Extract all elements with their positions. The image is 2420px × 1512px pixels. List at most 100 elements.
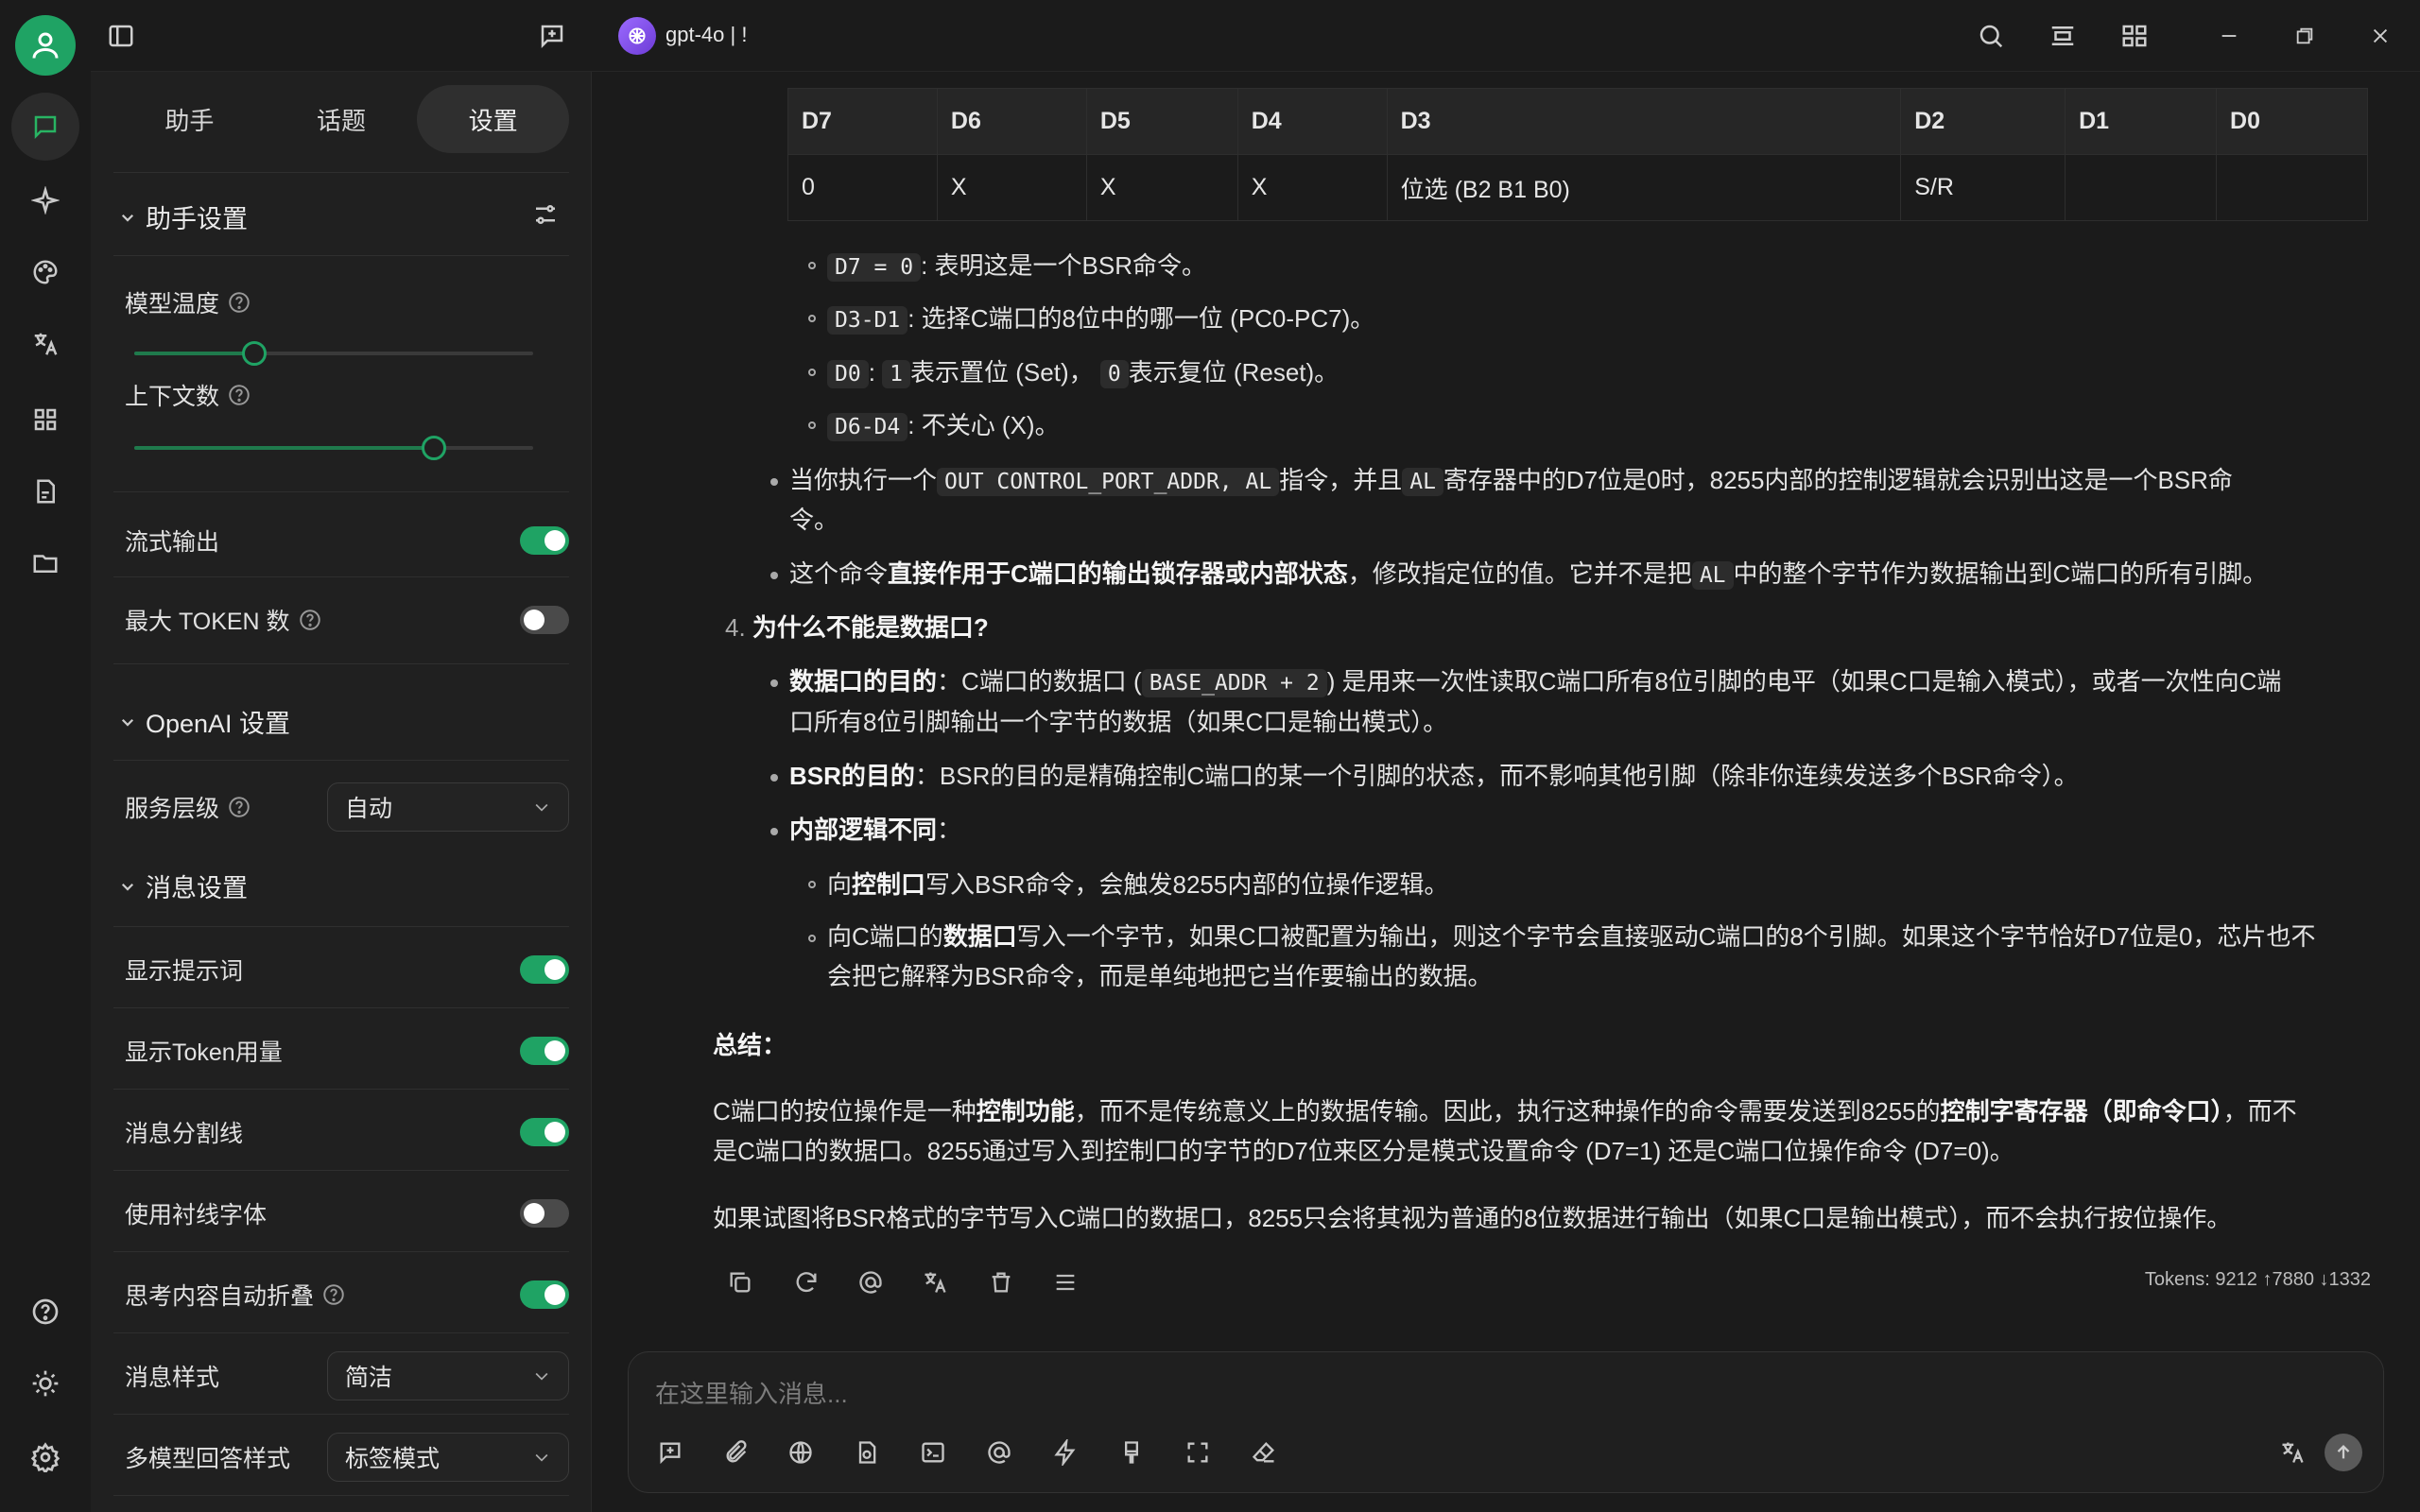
brush-icon[interactable] [1113,1434,1150,1471]
attachment-icon[interactable] [717,1434,755,1471]
table-header: D5 [1085,88,1238,155]
context-row: 上下文数 [125,378,569,412]
show-prompt-label: 显示提示词 [125,958,244,985]
list-item: 内部逻辑不同： [789,816,962,844]
settings-icon[interactable] [23,1435,68,1480]
serif-font-toggle[interactable] [520,1199,569,1228]
list-bullet [770,572,778,579]
multi-model-select[interactable]: 标签模式 [327,1433,569,1482]
show-token-row: 显示Token用量 [125,1032,569,1070]
prompt-icon[interactable] [914,1434,952,1471]
show-token-toggle[interactable] [520,1037,569,1065]
minimize-icon[interactable] [2210,17,2248,55]
translate-icon[interactable] [23,321,68,367]
close-icon[interactable] [2361,17,2399,55]
model-name[interactable]: gpt-4o | ! [666,23,747,47]
apps-icon[interactable] [23,397,68,442]
eraser-icon[interactable] [1245,1434,1283,1471]
avatar-icon[interactable] [15,15,76,76]
divider [113,926,569,927]
palette-icon[interactable] [23,249,68,295]
list-bullet [808,369,816,376]
chevron-down-icon [121,718,134,727]
help-icon[interactable] [298,608,322,632]
think-fold-toggle[interactable] [520,1280,569,1309]
help-icon[interactable] [227,795,251,819]
mention-icon[interactable] [852,1263,890,1301]
tab-settings[interactable]: 设置 [417,85,570,153]
slider-handle[interactable] [421,436,446,460]
sidebar-toggle-icon[interactable] [102,17,140,55]
help-icon[interactable] [227,290,251,315]
theme-icon[interactable] [23,1361,68,1406]
list-bullet [770,774,778,782]
grid-icon[interactable] [2116,17,2153,55]
search-icon[interactable] [1972,17,2010,55]
knowledge-icon[interactable] [848,1434,886,1471]
list-item: 当你执行一个 OUT CONTROL_PORT_ADDR, AL 指令，并且 AL 寄存… [789,466,2233,496]
help-icon[interactable] [321,1282,346,1307]
delete-icon[interactable] [982,1263,1020,1301]
table-header: D6 [936,88,1087,155]
new-topic-icon[interactable] [651,1434,689,1471]
table-row: 0 X X X 位选 (B2 B1 B0) S/R [787,154,2368,221]
multi-model-row: 多模型回答样式 标签模式 [125,1431,569,1484]
message-divider-toggle[interactable] [520,1118,569,1146]
tab-topics[interactable]: 话题 [266,85,418,153]
help-icon[interactable] [227,383,251,407]
openai-settings-label: OpenAI 设置 [146,710,291,738]
table-cell: 位选 (B2 B1 B0) [1386,154,1902,221]
tab-assistant[interactable]: 助手 [113,85,266,153]
context-slider[interactable] [134,436,533,460]
sparkle-icon[interactable] [23,178,68,223]
message-input[interactable]: 在这里输入消息... [655,1375,848,1410]
lightning-icon[interactable] [1046,1434,1084,1471]
summary-paragraph: 如果试图将BSR格式的字节写入C端口的数据口，8255只会将其视为普通的8位数据… [713,1204,2232,1232]
new-topic-icon[interactable] [533,17,571,55]
translate-icon[interactable] [916,1263,954,1301]
slider-handle[interactable] [241,341,267,366]
message-style-row: 消息样式 简洁 [125,1349,569,1402]
divider [113,1332,569,1333]
divider [113,1170,569,1171]
show-prompt-toggle[interactable] [520,955,569,984]
fullscreen-icon[interactable] [1179,1434,1217,1471]
message-settings-header[interactable]: 消息设置 [119,868,248,904]
assistant-settings-header[interactable]: 助手设置 [119,198,248,235]
regenerate-icon[interactable] [787,1263,825,1301]
restore-icon[interactable] [2286,17,2324,55]
service-tier-select[interactable]: 自动 [327,782,569,832]
summary-paragraph: C端口的按位操作是一种控制功能，而不是传统意义上的数据传输。因此，执行这种操作的… [713,1097,2297,1125]
layout-icon[interactable] [2044,17,2082,55]
chat-icon[interactable] [11,93,79,161]
translate-icon[interactable] [2273,1434,2311,1471]
stream-output-toggle[interactable] [520,526,569,555]
list-bullet [808,421,816,429]
web-search-icon[interactable] [782,1434,820,1471]
copy-icon[interactable] [721,1263,759,1301]
message-style-select[interactable]: 简洁 [327,1351,569,1400]
table-header: D2 [1900,88,2066,155]
max-token-toggle[interactable] [520,606,569,634]
context-label: 上下文数 [125,384,220,410]
message-input-box[interactable]: 在这里输入消息... [628,1351,2384,1493]
list-item: D6-D4: 不关心 (X)。 [827,405,1060,447]
tune-icon[interactable] [531,200,560,233]
list-item: D0: 1 表示置位 (Set)， 0 表示复位 (Reset)。 [827,352,1339,394]
mention-icon[interactable] [980,1434,1018,1471]
help-icon[interactable] [23,1289,68,1334]
table-header-row: D7 D6 D5 D4 D3 D2 D1 D0 [787,88,2368,155]
max-token-row: 最大 TOKEN 数 [125,601,569,639]
menu-icon[interactable] [1046,1263,1084,1301]
multi-model-label: 多模型回答样式 [125,1446,291,1472]
serif-font-row: 使用衬线字体 [125,1194,569,1232]
bsr-format-table: D7 D6 D5 D4 D3 D2 D1 D0 0 X X X 位选 (B2 B… [787,88,2368,221]
assistant-settings-label: 助手设置 [146,205,248,233]
openai-settings-header[interactable]: OpenAI 设置 [119,703,290,740]
folder-icon[interactable] [23,541,68,586]
model-logo-icon[interactable] [618,17,656,55]
temperature-slider[interactable] [134,341,533,366]
send-button[interactable] [2325,1434,2362,1471]
document-icon[interactable] [23,469,68,514]
table-cell: X [1236,154,1388,221]
